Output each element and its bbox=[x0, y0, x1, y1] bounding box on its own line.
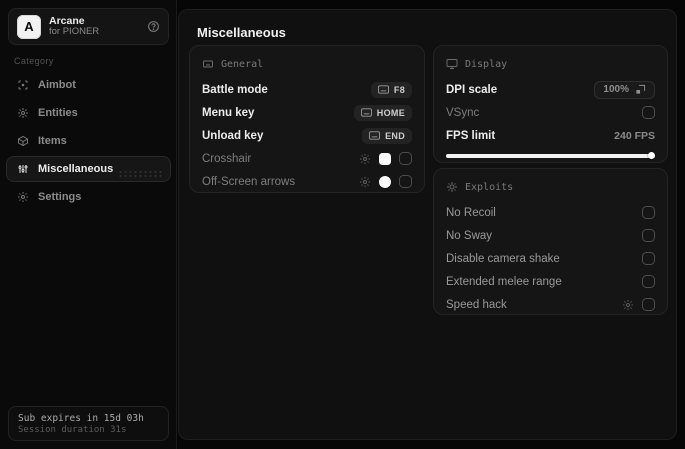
exploits-panel-header: Exploits bbox=[446, 179, 655, 195]
offscreen-arrows-label: Off-Screen arrows bbox=[202, 175, 296, 188]
aimbot-icon bbox=[16, 79, 29, 91]
disable-camera-shake-label: Disable camera shake bbox=[446, 252, 560, 265]
sidebar-item-label: Miscellaneous bbox=[38, 163, 114, 175]
sidebar-item-entities[interactable]: Entities bbox=[6, 100, 171, 126]
settings-gear-icon bbox=[16, 191, 29, 203]
exploits-icon bbox=[446, 181, 458, 193]
vsync-label: VSync bbox=[446, 106, 480, 119]
category-label: Category bbox=[14, 56, 54, 66]
sidebar-item-label: Settings bbox=[38, 191, 82, 203]
no-sway-label: No Sway bbox=[446, 229, 493, 242]
no-recoil-row: No Recoil bbox=[446, 201, 655, 224]
vsync-row: VSync bbox=[446, 101, 655, 124]
sync-icon[interactable] bbox=[147, 20, 160, 33]
display-panel: Display DPI scale 100% VSync FPS limit 2… bbox=[433, 45, 668, 163]
exploits-panel-title: Exploits bbox=[465, 181, 514, 193]
subscription-card: Sub expires in 15d 03h Session duration … bbox=[8, 406, 169, 441]
vsync-checkbox[interactable] bbox=[642, 106, 655, 119]
extended-melee-range-checkbox[interactable] bbox=[642, 275, 655, 288]
session-duration-text: Session duration 31s bbox=[18, 424, 127, 435]
sidebar-item-aimbot[interactable]: Aimbot bbox=[6, 72, 171, 98]
extended-melee-range-row: Extended melee range bbox=[446, 270, 655, 293]
menu-key-keybind[interactable]: HOME bbox=[353, 104, 412, 121]
miscellaneous-icon bbox=[16, 163, 29, 175]
main-panel: Miscellaneous General Battle mode F8 Men… bbox=[178, 9, 677, 440]
sidebar: A Arcane for PIONER Category Aimbot Enti… bbox=[0, 0, 177, 449]
category-nav: Aimbot Entities Items Miscellaneous Sett… bbox=[6, 72, 171, 210]
offscreen-arrows-row: Off-Screen arrows bbox=[202, 170, 412, 193]
offscreen-arrows-settings-gear-icon[interactable] bbox=[359, 176, 371, 188]
dpi-scale-select[interactable]: 100% bbox=[594, 80, 655, 99]
items-icon bbox=[16, 135, 29, 147]
brand-text: Arcane for PIONER bbox=[49, 15, 139, 38]
sidebar-item-settings[interactable]: Settings bbox=[6, 184, 171, 210]
menu-key-row: Menu key HOME bbox=[202, 101, 412, 124]
extended-melee-range-label: Extended melee range bbox=[446, 275, 562, 288]
unload-key-row: Unload key END bbox=[202, 124, 412, 147]
app-logo: A bbox=[17, 14, 41, 39]
no-sway-checkbox[interactable] bbox=[642, 229, 655, 242]
keybind-value: F8 bbox=[393, 84, 405, 95]
dpi-scale-row: DPI scale 100% bbox=[446, 78, 655, 101]
keyboard-icon bbox=[369, 131, 381, 140]
unload-key-keybind[interactable]: END bbox=[362, 127, 412, 144]
page-title: Miscellaneous bbox=[197, 25, 286, 40]
keyboard-icon bbox=[360, 108, 372, 117]
entities-icon bbox=[16, 107, 29, 119]
dpi-scale-value: 100% bbox=[603, 84, 629, 95]
no-recoil-checkbox[interactable] bbox=[642, 206, 655, 219]
display-panel-title: Display bbox=[465, 58, 508, 70]
crosshair-label: Crosshair bbox=[202, 152, 252, 165]
crosshair-settings-gear-icon[interactable] bbox=[359, 153, 371, 165]
fps-limit-slider[interactable] bbox=[446, 152, 655, 159]
slider-knob[interactable] bbox=[648, 152, 655, 159]
keybind-value: HOME bbox=[376, 107, 405, 118]
exploits-panel: Exploits No Recoil No Sway Disable camer… bbox=[433, 168, 668, 315]
sidebar-item-miscellaneous[interactable]: Miscellaneous bbox=[6, 156, 171, 182]
speed-hack-row: Speed hack bbox=[446, 293, 655, 316]
general-icon bbox=[202, 58, 214, 70]
keybind-value: END bbox=[385, 130, 405, 141]
menu-key-label: Menu key bbox=[202, 106, 255, 119]
offscreen-arrows-checkbox[interactable] bbox=[399, 175, 412, 188]
speed-hack-settings-gear-icon[interactable] bbox=[622, 299, 634, 311]
crosshair-row: Crosshair bbox=[202, 147, 412, 170]
sidebar-item-label: Items bbox=[38, 135, 67, 147]
no-recoil-label: No Recoil bbox=[446, 206, 496, 219]
general-panel-title: General bbox=[221, 58, 264, 70]
battle-mode-label: Battle mode bbox=[202, 83, 268, 96]
nav-dots-decoration bbox=[118, 170, 162, 178]
sidebar-item-label: Entities bbox=[38, 107, 78, 119]
general-panel: General Battle mode F8 Menu key HOME Unl… bbox=[189, 45, 425, 193]
app-subtitle: for PIONER bbox=[49, 26, 100, 38]
offscreen-arrows-color-swatch[interactable] bbox=[379, 175, 391, 188]
display-monitor-icon bbox=[446, 58, 458, 70]
crosshair-color-swatch[interactable] bbox=[379, 152, 391, 165]
sidebar-item-items[interactable]: Items bbox=[6, 128, 171, 154]
fps-limit-row: FPS limit 240 FPS bbox=[446, 124, 655, 147]
fps-limit-value: 240 FPS bbox=[614, 129, 655, 142]
dpi-scale-label: DPI scale bbox=[446, 83, 498, 96]
keyboard-icon bbox=[377, 85, 389, 94]
speed-hack-label: Speed hack bbox=[446, 298, 507, 311]
scale-icon bbox=[635, 84, 646, 95]
sidebar-item-label: Aimbot bbox=[38, 79, 76, 91]
display-panel-header: Display bbox=[446, 56, 655, 72]
slider-fill bbox=[446, 153, 655, 158]
general-panel-header: General bbox=[202, 56, 412, 72]
speed-hack-checkbox[interactable] bbox=[642, 298, 655, 311]
disable-camera-shake-checkbox[interactable] bbox=[642, 252, 655, 265]
fps-limit-label: FPS limit bbox=[446, 129, 496, 142]
sub-expiry-text: Sub expires in 15d 03h bbox=[18, 412, 144, 424]
battle-mode-row: Battle mode F8 bbox=[202, 78, 412, 101]
battle-mode-keybind[interactable]: F8 bbox=[370, 81, 412, 98]
disable-camera-shake-row: Disable camera shake bbox=[446, 247, 655, 270]
brand-card: A Arcane for PIONER bbox=[8, 8, 169, 45]
unload-key-label: Unload key bbox=[202, 129, 264, 142]
no-sway-row: No Sway bbox=[446, 224, 655, 247]
crosshair-checkbox[interactable] bbox=[399, 152, 412, 165]
